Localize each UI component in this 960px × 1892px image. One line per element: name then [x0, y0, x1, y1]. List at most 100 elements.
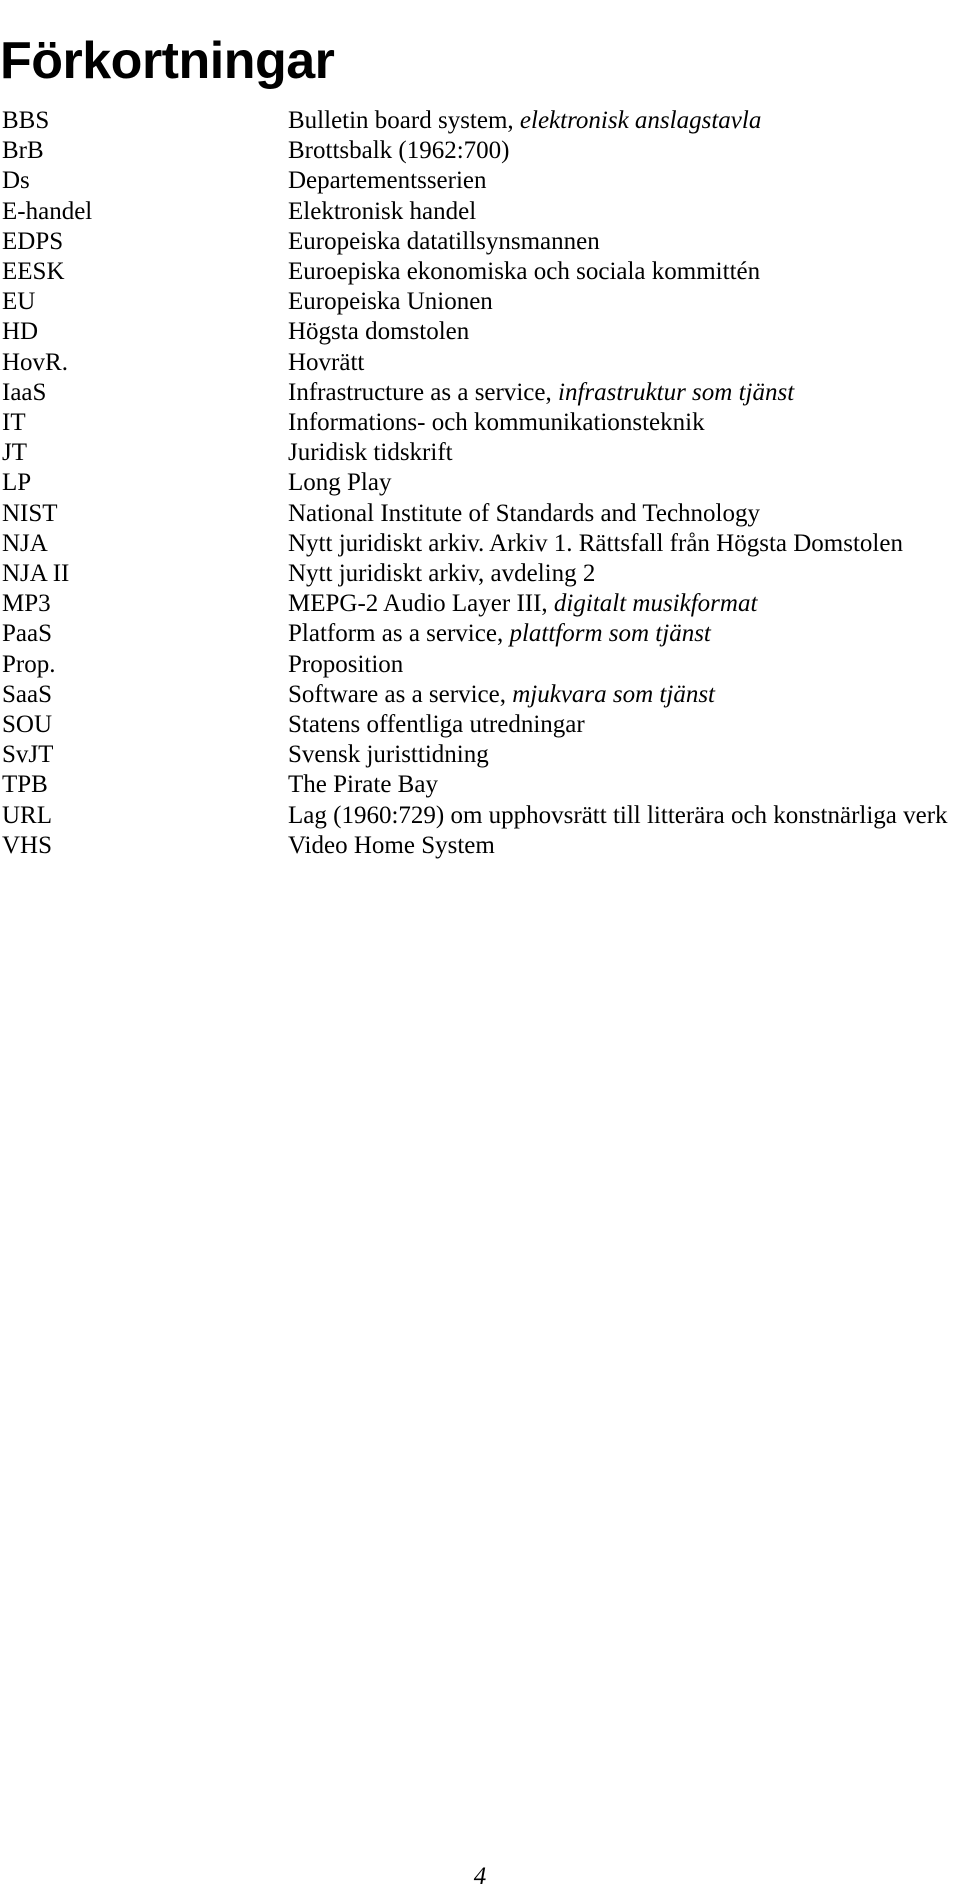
definition-text: Lag (1960:729) om upphovsrätt till litte… — [288, 801, 948, 829]
abbreviation-row: NJA II Nytt juridiskt arkiv, avdeling 2 — [0, 559, 960, 589]
definition-text: Long Play — [288, 469, 392, 497]
abbreviation-definition: Nytt juridiskt arkiv. Arkiv 1. Rättsfall… — [288, 529, 960, 559]
definition-text: Euroepiska ekonomiska och sociala kommit… — [288, 258, 761, 286]
abbreviation-row: BrB Brottsbalk (1962:700) — [0, 136, 960, 166]
abbreviation-list: BBS Bulletin board system, elektronisk an… — [0, 106, 960, 861]
abbreviation-term: BrB — [2, 137, 44, 165]
abbreviation-term: SaaS — [2, 680, 52, 708]
abbreviation-term: IaaS — [2, 378, 47, 406]
abbreviation-term: NJA — [2, 529, 48, 557]
definition-text: Infrastructure as a service, — [288, 378, 558, 406]
definition-text: MEPG-2 Audio Layer III, — [288, 590, 554, 618]
abbreviation-row: SOU Statens offentliga utredningar — [0, 710, 960, 740]
abbreviation-term: Prop. — [2, 650, 56, 678]
abbreviation-definition: Lag (1960:729) om upphovsrätt till litte… — [288, 801, 960, 831]
abbreviation-row: IT Informations- och kommunikationsteknik — [0, 408, 960, 438]
abbreviation-row: JT Juridisk tidskrift — [0, 438, 960, 468]
abbreviation-definition: Infrastructure as a service, infrastrukt… — [288, 378, 960, 408]
abbreviation-definition: Nytt juridiskt arkiv, avdeling 2 — [288, 559, 960, 589]
abbreviation-row: NIST National Institute of Standards and … — [0, 499, 960, 529]
abbreviation-row: LP Long Play — [0, 468, 960, 498]
abbreviation-term: SOU — [2, 711, 53, 739]
abbreviation-term: HovR. — [2, 348, 68, 376]
definition-text: Svensk juristtidning — [288, 741, 489, 769]
page-title: Förkortningar — [0, 31, 335, 90]
definition-italic-text: elektronisk anslagstavla — [519, 107, 762, 134]
abbreviation-row: URL Lag (1960:729) om upphovsrätt till li… — [0, 801, 960, 831]
abbreviation-row: Ds Departementsserien — [0, 166, 960, 196]
definition-text: Bulletin board system, — [288, 107, 520, 134]
definition-text: The Pirate Bay — [288, 771, 438, 799]
abbreviation-row: TPB The Pirate Bay — [0, 770, 960, 800]
abbreviation-row: EU Europeiska Unionen — [0, 287, 960, 317]
abbreviation-row: SvJT Svensk juristtidning — [0, 740, 960, 770]
abbreviation-term: BBS — [2, 107, 50, 134]
definition-text: National Institute of Standards and Tech… — [288, 499, 760, 527]
abbreviation-row: IaaS Infrastructure as a service, infrast… — [0, 378, 960, 408]
abbreviation-definition: Software as a service, mjukvara som tjän… — [288, 680, 960, 710]
definition-text: Statens offentliga utredningar — [288, 711, 585, 739]
abbreviation-definition: Long Play — [288, 468, 960, 498]
abbreviation-term: URL — [2, 801, 52, 829]
definition-text: Nytt juridiskt arkiv, avdeling 2 — [288, 560, 596, 588]
definition-text: Software as a service, — [288, 680, 513, 708]
abbreviation-definition: Bulletin board system, elektronisk ansla… — [288, 106, 960, 136]
abbreviation-row: PaaS Platform as a service, plattform som… — [0, 619, 960, 649]
abbreviation-definition: Proposition — [288, 650, 960, 680]
abbreviation-definition: Video Home System — [288, 831, 960, 861]
definition-text: Platform as a service, — [288, 620, 510, 648]
abbreviation-row: EESK Euroepiska ekonomiska och sociala ko… — [0, 257, 960, 287]
abbreviation-term: NIST — [2, 499, 58, 527]
abbreviation-row: SaaS Software as a service, mjukvara som … — [0, 680, 960, 710]
definition-text: Högsta domstolen — [288, 318, 470, 346]
abbreviation-row: HD Högsta domstolen — [0, 317, 960, 347]
definition-italic-text: digitalt musikformat — [553, 590, 758, 618]
abbreviation-definition: Statens offentliga utredningar — [288, 710, 960, 740]
definition-text: Hovrätt — [288, 348, 365, 376]
definition-italic-text: mjukvara som tjänst — [512, 680, 715, 708]
definition-text: Proposition — [288, 650, 404, 678]
abbreviation-term: HD — [2, 318, 39, 346]
abbreviation-term: IT — [2, 409, 26, 437]
definition-text: Elektronisk handel — [288, 197, 477, 225]
abbreviation-row: E-handel Elektronisk handel — [0, 197, 960, 227]
definition-text: Informations- och kommunikationsteknik — [288, 409, 705, 437]
abbreviation-term: PaaS — [2, 620, 52, 648]
abbreviation-term: NJA II — [2, 560, 70, 588]
abbreviation-definition: Svensk juristtidning — [288, 740, 960, 770]
definition-text: Nytt juridiskt arkiv. Arkiv 1. Rättsfall… — [288, 529, 903, 557]
page-number: 4 — [473, 1863, 487, 1890]
definition-text: Brottsbalk (1962:700) — [288, 137, 510, 165]
abbreviation-term: E-handel — [2, 197, 93, 225]
abbreviation-definition: Hovrätt — [288, 348, 960, 378]
abbreviation-definition: Högsta domstolen — [288, 317, 960, 347]
abbreviation-definition: Informations- och kommunikationsteknik — [288, 408, 960, 438]
definition-text: Europeiska Unionen — [288, 288, 493, 316]
abbreviation-definition: Europeiska Unionen — [288, 287, 960, 317]
definition-text: Europeiska datatillsynsmannen — [288, 227, 600, 255]
definition-italic-text: plattform som tjänst — [509, 620, 711, 648]
abbreviation-term: MP3 — [2, 590, 51, 618]
abbreviation-definition: National Institute of Standards and Tech… — [288, 499, 960, 529]
abbreviation-definition: The Pirate Bay — [288, 770, 960, 800]
abbreviation-term: Ds — [2, 167, 30, 195]
abbreviation-term: EDPS — [2, 227, 64, 255]
definition-text: Video Home System — [288, 831, 495, 859]
abbreviation-row: BBS Bulletin board system, elektronisk an… — [0, 106, 960, 136]
abbreviation-term: VHS — [2, 831, 53, 859]
abbreviation-term: LP — [2, 469, 32, 497]
abbreviation-definition: Juridisk tidskrift — [288, 438, 960, 468]
abbreviation-definition: MEPG-2 Audio Layer III, digitalt musikfo… — [288, 589, 960, 619]
abbreviation-term: JT — [2, 439, 27, 467]
abbreviation-term: SvJT — [2, 741, 54, 769]
abbreviation-definition: Europeiska datatillsynsmannen — [288, 227, 960, 257]
definition-italic-text: infrastruktur som tjänst — [558, 378, 795, 406]
abbreviation-definition: Departementsserien — [288, 166, 960, 196]
abbreviation-row: EDPS Europeiska datatillsynsmannen — [0, 227, 960, 257]
definition-text: Departementsserien — [288, 167, 487, 195]
abbreviation-row: MP3 MEPG-2 Audio Layer III, digitalt musi… — [0, 589, 960, 619]
definition-text: Juridisk tidskrift — [288, 439, 453, 467]
abbreviation-definition: Elektronisk handel — [288, 197, 960, 227]
abbreviation-row: NJA Nytt juridiskt arkiv. Arkiv 1. Rättsf… — [0, 529, 960, 559]
abbreviation-row: HovR. Hovrätt — [0, 348, 960, 378]
